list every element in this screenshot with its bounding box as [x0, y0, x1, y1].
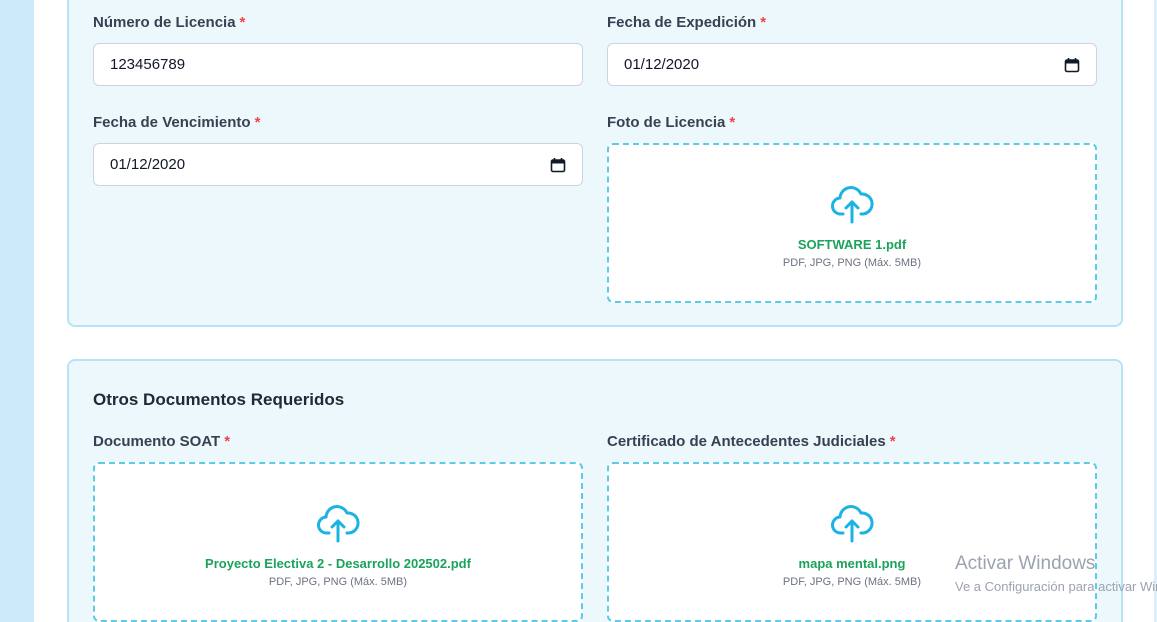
cloud-upload-icon	[831, 505, 874, 543]
license-number-label-text: Número de Licencia	[93, 14, 236, 31]
section-title: Otros Documentos Requeridos	[93, 390, 345, 409]
issue-date-label: Fecha de Expedición *	[607, 14, 766, 31]
required-marker: *	[224, 433, 231, 450]
expiry-date-label: Fecha de Vencimiento *	[93, 114, 260, 131]
soat-hint: PDF, JPG, PNG (Máx. 5MB)	[268, 576, 408, 588]
calendar-icon[interactable]	[1064, 57, 1080, 73]
expiry-date-label-text: Fecha de Vencimiento	[93, 114, 251, 131]
soat-filename: Proyecto Electiva 2 - Desarrollo 202502.…	[205, 556, 471, 571]
license-photo-hint: PDF, JPG, PNG (Máx. 5MB)	[782, 257, 922, 269]
required-marker: *	[729, 114, 736, 131]
required-marker: *	[239, 14, 246, 31]
required-marker: *	[254, 114, 261, 131]
calendar-icon[interactable]	[550, 157, 566, 173]
license-card: Número de Licencia * 123456789 Fecha de E…	[67, 0, 1123, 327]
issue-date-label-text: Fecha de Expedición	[607, 14, 757, 31]
criminal-records-hint: PDF, JPG, PNG (Máx. 5MB)	[782, 576, 922, 588]
license-number-label: Número de Licencia *	[93, 14, 245, 31]
required-marker: *	[889, 433, 896, 450]
criminal-records-label-text: Certificado de Antecedentes Judiciales	[607, 433, 886, 450]
license-number-value: 123456789	[110, 56, 186, 73]
other-documents-card: Otros Documentos Requeridos Documento SO…	[67, 359, 1123, 622]
criminal-records-filename: mapa mental.png	[798, 556, 906, 571]
cloud-upload-icon	[317, 505, 360, 543]
soat-dropzone[interactable]: Proyecto Electiva 2 - Desarrollo 202502.…	[93, 462, 583, 622]
expiry-date-value: 01/12/2020	[110, 156, 186, 173]
criminal-records-dropzone[interactable]: mapa mental.png PDF, JPG, PNG (Máx. 5MB)	[607, 462, 1097, 622]
license-number-input[interactable]: 123456789	[93, 43, 583, 86]
expiry-date-input[interactable]: 01/12/2020	[93, 143, 583, 186]
issue-date-input[interactable]: 01/12/2020	[607, 43, 1097, 86]
license-photo-label-text: Foto de Licencia	[607, 114, 726, 131]
required-marker: *	[760, 14, 767, 31]
cloud-upload-icon	[831, 186, 874, 224]
soat-label-text: Documento SOAT	[93, 433, 221, 450]
license-photo-dropzone[interactable]: SOFTWARE 1.pdf PDF, JPG, PNG (Máx. 5MB)	[607, 143, 1097, 303]
issue-date-value: 01/12/2020	[624, 56, 700, 73]
criminal-records-label: Certificado de Antecedentes Judiciales *	[607, 433, 896, 450]
soat-label: Documento SOAT *	[93, 433, 230, 450]
main-page: Número de Licencia * 123456789 Fecha de E…	[34, 0, 1154, 622]
license-photo-filename: SOFTWARE 1.pdf	[797, 237, 907, 252]
license-photo-label: Foto de Licencia *	[607, 114, 735, 131]
